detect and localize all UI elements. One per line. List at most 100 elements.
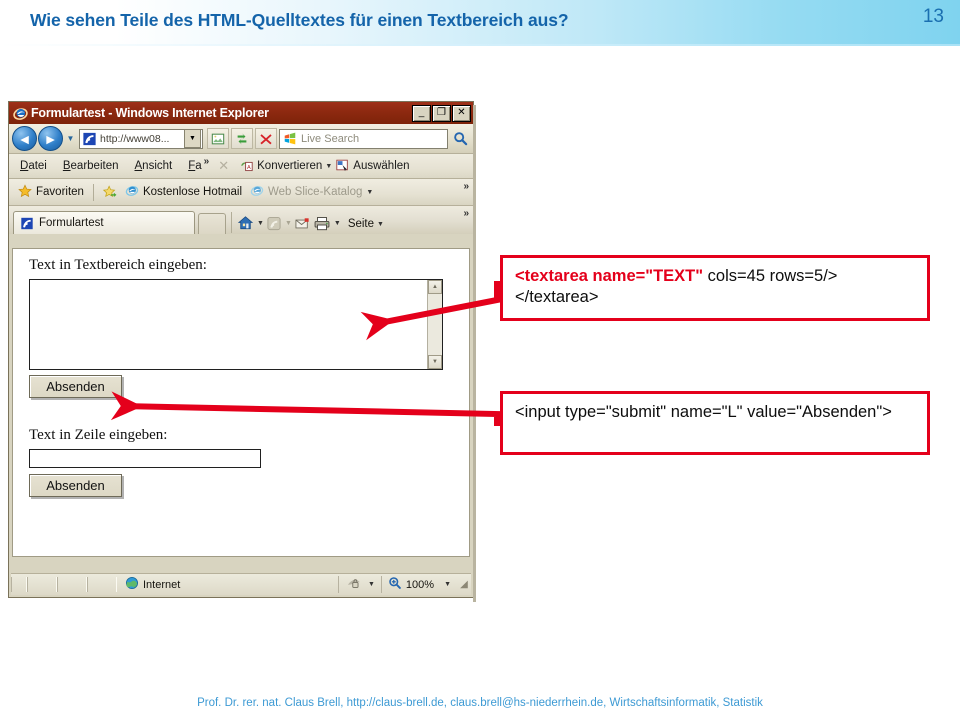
favorite-web-slice-katalog[interactable]: Web Slice-Katalog ▼ xyxy=(246,184,377,200)
search-input[interactable]: Live Search xyxy=(279,128,448,149)
konvertieren-caret-icon[interactable]: ▼ xyxy=(325,163,332,170)
zoom-caret-icon[interactable]: ▼ xyxy=(444,581,451,588)
input-submit-button[interactable]: Absenden xyxy=(29,474,122,497)
address-bar-url: http://www08... xyxy=(100,132,170,145)
address-bar[interactable]: http://www08... ▼ xyxy=(79,128,203,149)
convert-pdf-icon: A xyxy=(239,158,254,175)
toolbar-auswaehlen-label: Auswählen xyxy=(353,160,410,172)
favorites-button[interactable]: Favoriten xyxy=(14,183,88,201)
status-pane-1 xyxy=(11,577,27,592)
new-tab-button[interactable] xyxy=(198,213,226,234)
menu-accel-b: B xyxy=(62,160,71,172)
home-caret-icon[interactable]: ▼ xyxy=(257,220,264,227)
favorite-label: Web Slice-Katalog xyxy=(268,186,363,198)
scroll-up-icon[interactable]: ▲ xyxy=(428,280,442,294)
favorites-overflow-chevron-icon[interactable]: » xyxy=(463,181,469,192)
compatibility-view-icon[interactable] xyxy=(207,128,229,149)
tabbar-separator xyxy=(231,212,232,233)
callout-input-code: <input type="submit" name="L" value="Abs… xyxy=(500,391,930,455)
forward-button[interactable]: ► xyxy=(38,126,63,151)
status-pane-4 xyxy=(87,577,117,592)
maximize-button[interactable]: ❐ xyxy=(432,104,451,122)
browser-address-toolbar: ◄ ► ▼ http://www08... ▼ Live Search xyxy=(9,124,473,154)
page-menu-button[interactable]: Seite ▼ xyxy=(348,218,384,230)
scroll-down-icon[interactable]: ▼ xyxy=(428,355,442,369)
toolbar-overflow-chevron-icon[interactable]: » xyxy=(463,208,469,219)
toolbar-auswaehlen[interactable]: Auswählen xyxy=(332,158,412,175)
feed-caret-icon: ▼ xyxy=(284,220,292,227)
status-zone[interactable]: Internet xyxy=(117,576,338,593)
minimize-button[interactable]: _ xyxy=(412,104,431,122)
search-go-icon[interactable] xyxy=(450,131,470,146)
zoom-level-label: 100% xyxy=(405,578,435,591)
web-slice-caret-icon[interactable]: ▼ xyxy=(366,189,373,196)
tab-label: Formulartest xyxy=(39,217,104,229)
page-menu-caret-icon: ▼ xyxy=(377,220,384,228)
menu-rest-datei: atei xyxy=(28,160,47,172)
header-divider xyxy=(0,44,960,46)
browser-status-bar: Internet ▼ 100% ▼ ◢ xyxy=(11,573,471,595)
callout-input-rest: <input type="submit" name="L" value="Abs… xyxy=(515,403,892,421)
menu-rest-ansicht: nsicht xyxy=(142,160,173,172)
zoom-control[interactable]: 100% ▼ xyxy=(380,576,457,593)
page-menu-label: Seite xyxy=(347,218,375,230)
security-zone-button[interactable]: ▼ xyxy=(337,576,381,593)
toolbar-konvertieren[interactable]: A Konvertieren xyxy=(236,158,325,175)
stop-icon[interactable] xyxy=(255,128,277,149)
window-title: Formulartest - Windows Internet Explorer xyxy=(31,106,269,120)
textarea-scrollbar[interactable]: ▲ ▼ xyxy=(427,280,442,369)
status-pane-2 xyxy=(27,577,57,592)
feed-icon[interactable]: ▼ xyxy=(265,216,293,231)
textarea-label: Text in Textbereich eingeben: xyxy=(29,257,207,273)
address-dropdown-icon[interactable]: ▼ xyxy=(184,129,201,148)
tab-formulartest[interactable]: Formulartest xyxy=(13,211,195,234)
browser-favorites-bar: Favoriten Kostenlose Hotmail Web Slice-K… xyxy=(9,179,473,206)
page-number: 13 xyxy=(922,6,944,27)
add-to-favorites-bar-icon[interactable] xyxy=(99,185,121,199)
toolbar-konvertieren-label: Konvertieren xyxy=(257,160,323,172)
internet-explorer-icon xyxy=(125,184,139,200)
page-title: Wie sehen Teile des HTML-Quelltextes für… xyxy=(30,10,569,30)
browser-titlebar[interactable]: Formulartest - Windows Internet Explorer… xyxy=(9,102,473,124)
close-button[interactable]: ✕ xyxy=(452,104,471,122)
menu-item-ansicht[interactable]: Ansicht xyxy=(127,160,181,172)
resize-grip-icon[interactable]: ◢ xyxy=(457,579,471,590)
history-dropdown-icon[interactable]: ▼ xyxy=(64,134,77,143)
home-icon[interactable]: ▼ xyxy=(236,215,265,231)
menu-close-icon[interactable]: ✕ xyxy=(211,158,236,174)
favorites-label: Favoriten xyxy=(36,186,84,198)
favorite-label: Kostenlose Hotmail xyxy=(142,186,243,198)
print-caret-icon[interactable]: ▼ xyxy=(334,220,341,227)
page-viewport: Text in Textbereich eingeben: ▲ ▼ Absend… xyxy=(12,248,470,557)
menu-item-datei[interactable]: Datei xyxy=(12,160,55,172)
globe-icon xyxy=(125,576,139,593)
textarea-field[interactable]: ▲ ▼ xyxy=(29,279,443,370)
print-icon[interactable]: ▼ xyxy=(312,216,342,231)
browser-window: Formulartest - Windows Internet Explorer… xyxy=(8,101,476,602)
text-input-field[interactable] xyxy=(29,449,261,468)
menu-item-favoriten[interactable]: Fa xyxy=(180,160,201,172)
windows-flag-icon xyxy=(283,132,297,145)
site-favicon xyxy=(20,217,34,230)
browser-tab-bar: Formulartest ▼ ▼ ▼ Seite ▼ » xyxy=(9,206,473,234)
mail-icon[interactable] xyxy=(293,217,312,231)
slide-footer: Prof. Dr. rer. nat. Claus Brell, http://… xyxy=(197,697,763,709)
protected-mode-icon xyxy=(345,576,363,593)
status-pane-3 xyxy=(57,577,87,592)
select-icon xyxy=(335,158,350,175)
browser-menubar: Datei Bearbeiten Ansicht Fa » ✕ A Konver… xyxy=(9,154,473,179)
back-button[interactable]: ◄ xyxy=(12,126,37,151)
zoom-magnifier-icon xyxy=(388,576,402,593)
refresh-icon[interactable] xyxy=(231,128,253,149)
callout-textarea-highlight: <textarea name="TEXT" xyxy=(515,267,704,285)
svg-text:A: A xyxy=(247,164,251,170)
menu-overflow-chevron-icon[interactable]: » xyxy=(202,156,212,167)
menu-rest-bearbeiten: earbeiten xyxy=(70,160,119,172)
textarea-submit-button[interactable]: Absenden xyxy=(29,375,122,398)
security-caret-icon[interactable]: ▼ xyxy=(368,581,375,588)
favorite-kostenlose-hotmail[interactable]: Kostenlose Hotmail xyxy=(121,184,246,200)
status-zone-label: Internet xyxy=(143,578,181,591)
internet-explorer-icon xyxy=(13,106,28,121)
star-icon xyxy=(18,183,32,201)
menu-item-bearbeiten[interactable]: Bearbeiten xyxy=(55,160,127,172)
